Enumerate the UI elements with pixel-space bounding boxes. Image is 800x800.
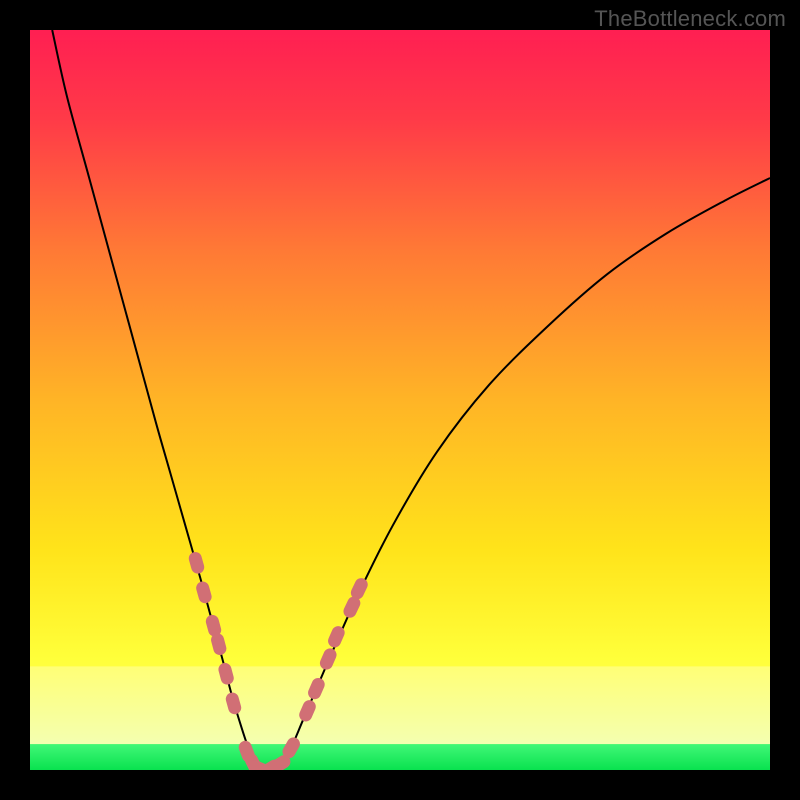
chart-svg xyxy=(30,30,770,770)
pale-band xyxy=(30,666,770,744)
chart-frame: TheBottleneck.com xyxy=(0,0,800,800)
background-gradient xyxy=(30,30,770,770)
plot-area xyxy=(30,30,770,770)
green-band xyxy=(30,744,770,770)
watermark-text: TheBottleneck.com xyxy=(594,6,786,32)
